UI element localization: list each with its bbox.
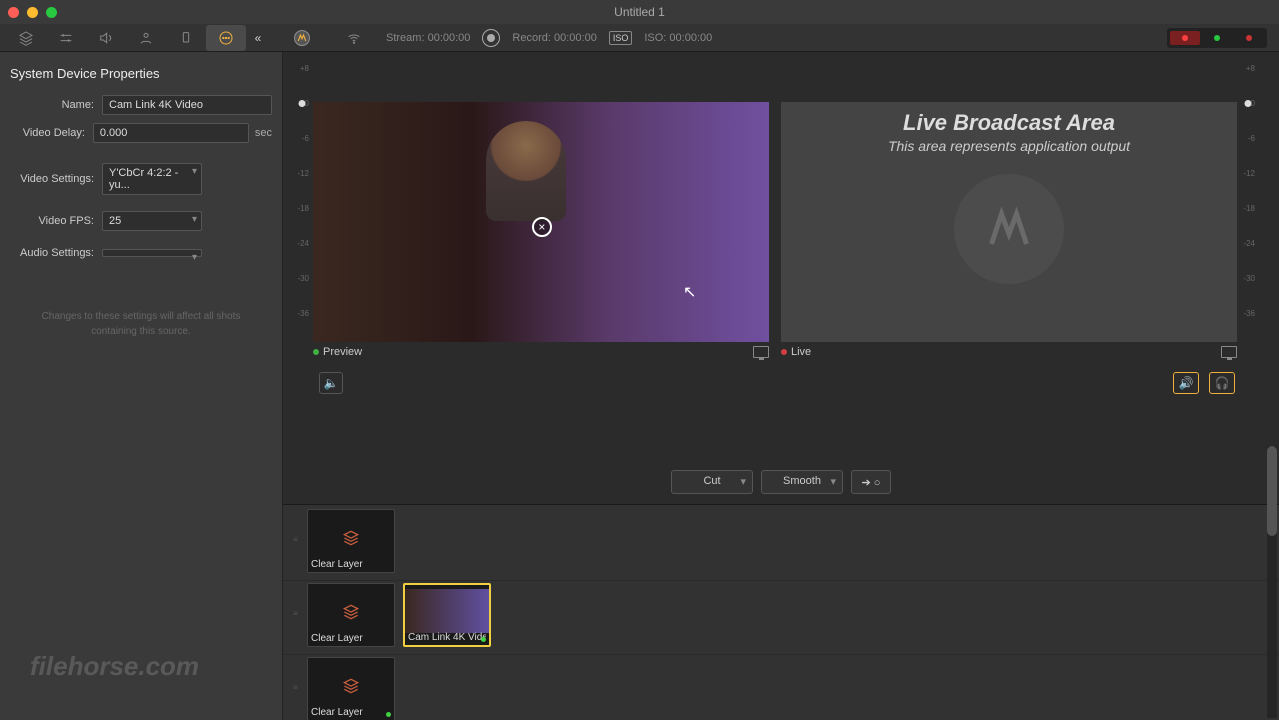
close-icon[interactable] — [8, 7, 19, 18]
layer-row: ≡ Clear Layer — [283, 655, 1279, 720]
app-logo-ghost-icon — [954, 174, 1064, 284]
iso-status: ISO: 00:00:00 — [644, 32, 712, 44]
transition-cut-select[interactable]: Cut — [671, 470, 753, 494]
iso-badge[interactable]: ISO — [609, 31, 633, 45]
panel-hint: Changes to these settings will affect al… — [10, 309, 272, 339]
shot-thumbnail — [405, 589, 489, 633]
window-title: Untitled 1 — [614, 5, 665, 19]
record-button[interactable] — [482, 29, 500, 47]
device-tab-icon[interactable] — [166, 25, 206, 51]
video-settings-select[interactable]: Y'CbCr 4:2:2 - yu... — [102, 163, 202, 195]
layers-icon — [339, 602, 363, 627]
shot-label: Clear Layer — [311, 559, 391, 570]
layers-icon — [339, 676, 363, 701]
preview-label: Preview — [313, 346, 769, 358]
audio-meter-right: +80-6-12-18-24-30-36 — [1237, 60, 1259, 442]
indicator-red[interactable] — [1170, 31, 1200, 45]
drag-handle-icon[interactable]: ≡ — [293, 509, 299, 544]
clear-layer-shot[interactable]: Clear Layer — [307, 657, 395, 720]
live-subtitle: This area represents application output — [888, 138, 1130, 154]
delay-unit: sec — [255, 127, 272, 139]
transition-smooth-select[interactable]: Smooth — [761, 470, 843, 494]
properties-panel: System Device Properties Name: Video Del… — [0, 52, 283, 720]
audio-tab-icon[interactable] — [86, 25, 126, 51]
layer-row: ≡ Clear Layer Cam Link 4K Vide — [283, 581, 1279, 655]
preview-screen[interactable]: × ↖ — [313, 102, 769, 342]
stream-status: Stream: 00:00:00 — [386, 32, 470, 44]
layer-row: ≡ Clear Layer — [283, 507, 1279, 581]
preview-dot-icon — [313, 349, 319, 355]
speaker-right-icon[interactable]: 🔊 — [1173, 372, 1199, 394]
video-settings-label: Video Settings: — [10, 173, 102, 185]
shot-label: Clear Layer — [311, 707, 391, 718]
live-title: Live Broadcast Area — [903, 110, 1115, 136]
app-logo-icon[interactable] — [282, 25, 322, 51]
wifi-icon[interactable] — [334, 25, 374, 51]
headphones-icon[interactable]: 🎧 — [1209, 372, 1235, 394]
fps-select[interactable]: 25 — [102, 211, 202, 231]
delay-field[interactable] — [93, 123, 249, 143]
indicator-green[interactable] — [1202, 31, 1232, 45]
live-indicator-icon — [481, 637, 486, 642]
person-tab-icon[interactable] — [126, 25, 166, 51]
collapse-panel-icon[interactable]: « — [246, 25, 270, 51]
shot-label: Cam Link 4K Vide — [408, 632, 486, 643]
minimize-icon[interactable] — [27, 7, 38, 18]
layers-icon — [339, 528, 363, 553]
window-controls — [8, 7, 57, 18]
panel-title: System Device Properties — [10, 66, 272, 81]
content-area: +80-6-12-18-24-30-36 × ↖ Live Broadcast … — [283, 52, 1279, 720]
camera-shot[interactable]: Cam Link 4K Vide — [403, 583, 491, 647]
toolbar: « Stream: 00:00:00 Record: 00:00:00 ISO … — [0, 24, 1279, 52]
cursor-icon: ↖ — [683, 282, 696, 302]
name-field[interactable] — [102, 95, 272, 115]
selection-handle-icon[interactable]: × — [532, 217, 552, 237]
sliders-tab-icon[interactable] — [46, 25, 86, 51]
status-indicators — [1167, 28, 1267, 48]
clear-layer-shot[interactable]: Clear Layer — [307, 509, 395, 573]
audio-settings-label: Audio Settings: — [10, 247, 102, 259]
fps-label: Video FPS: — [10, 215, 102, 227]
live-dot-icon — [781, 349, 787, 355]
drag-handle-icon[interactable]: ≡ — [293, 583, 299, 618]
name-label: Name: — [10, 99, 102, 111]
layers-tab-icon[interactable] — [6, 25, 46, 51]
go-button[interactable]: ➔ ○ — [851, 470, 891, 494]
live-indicator-icon — [386, 712, 391, 717]
monitor-icon[interactable] — [753, 346, 769, 358]
preview-video: × ↖ — [313, 102, 769, 342]
record-status: Record: 00:00:00 — [512, 32, 596, 44]
transition-controls: Cut Smooth ➔ ○ — [283, 442, 1279, 504]
watermark: filehorse.com — [30, 651, 199, 682]
speaker-left-icon[interactable]: 🔈 — [319, 372, 343, 394]
audio-settings-select[interactable] — [102, 249, 202, 257]
live-screen: Live Broadcast Area This area represents… — [781, 102, 1237, 342]
indicator-dark[interactable] — [1234, 31, 1264, 45]
scrollbar[interactable] — [1267, 446, 1277, 718]
shot-label: Clear Layer — [311, 633, 391, 644]
monitor-icon[interactable] — [1221, 346, 1237, 358]
titlebar: Untitled 1 — [0, 0, 1279, 24]
live-label: Live — [781, 346, 1237, 358]
layers-panel: ≡ Clear Layer ≡ Clear Layer Cam Link 4K Vide… — [283, 504, 1279, 720]
audio-meter-left: +80-6-12-18-24-30-36 — [291, 60, 313, 442]
more-tab-icon[interactable] — [206, 25, 246, 51]
drag-handle-icon[interactable]: ≡ — [293, 657, 299, 692]
maximize-icon[interactable] — [46, 7, 57, 18]
delay-label: Video Delay: — [10, 127, 93, 139]
clear-layer-shot[interactable]: Clear Layer — [307, 583, 395, 647]
